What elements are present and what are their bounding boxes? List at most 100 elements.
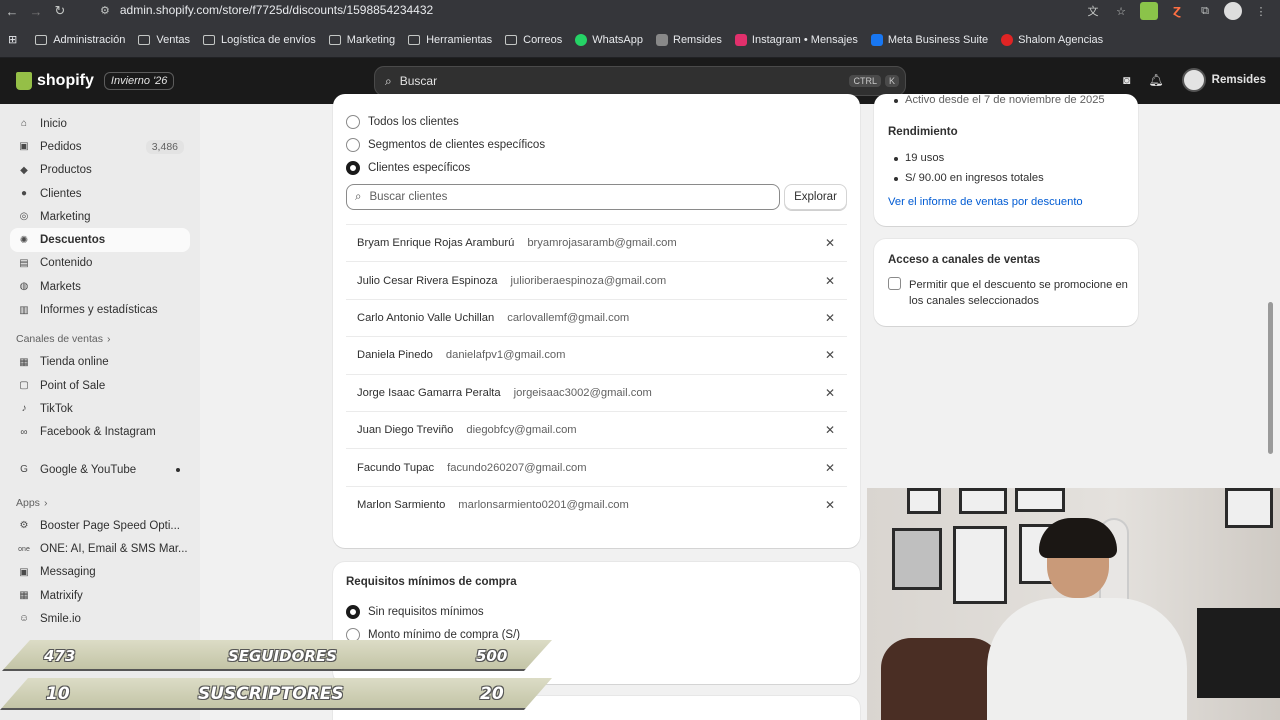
whatsapp-icon [575,33,588,46]
sidebar-item-google-youtube[interactable]: G Google & YouTube [10,458,190,481]
browser-address-bar: ← → ↻ ⚙ admin.shopify.com/store/f7725d/d… [0,0,1280,22]
bookmark-ventas[interactable]: Ventas [138,34,190,46]
profile-icon[interactable] [1224,2,1242,20]
explore-button[interactable]: Explorar [784,184,847,210]
subscribers-goal: 20 [480,684,504,704]
subscribers-label: SUSCRIPTORES [198,684,344,704]
apps-heading[interactable]: Apps › [10,491,190,514]
translate-icon[interactable]: 文 [1084,2,1102,20]
sidebar-app-matrixify[interactable]: ▦ Matrixify [10,584,190,607]
extension-x-icon[interactable]: Ɀ [1168,2,1186,20]
apps-grid-icon[interactable]: ⊞ [8,33,17,46]
chart-icon: ▥ [19,304,29,316]
remove-customer-icon[interactable]: ✕ [825,386,835,400]
sidebar-app-booster[interactable]: ⚙ Booster Page Speed Opti... [10,514,190,537]
menu-kebab-icon[interactable]: ⋮ [1252,2,1270,20]
bookmark-herramientas[interactable]: Herramientas [408,34,492,46]
radio-circle-selected [346,604,360,619]
sidebar-item-contenido[interactable]: ▤ Contenido [10,252,190,275]
sidebar-app-messaging[interactable]: ▣ Messaging [10,561,190,584]
wall-frame [953,526,1007,604]
reload-icon[interactable]: ↻ [48,3,72,19]
customer-row: Marlon Sarmiento marlonsarmiento0201@gmai… [346,485,847,523]
edition-badge[interactable]: Invierno '26 [103,72,175,90]
radio-specific-customers[interactable]: Clientes específicos [346,157,846,180]
radio-all-customers[interactable]: Todos los clientes [346,110,846,133]
store-menu[interactable]: Remsides [1181,68,1266,92]
messaging-icon: ▣ [19,566,29,578]
bookmark-star-icon[interactable]: ☆ [1112,2,1130,20]
sidebar-item-clientes[interactable]: ● Clientes [10,182,190,205]
customer-row: Bryam Enrique Rojas Aramburú bryamrojasar… [346,224,847,261]
checkbox-unchecked [888,277,901,290]
folder-icon [328,34,341,45]
shalom-icon [1001,33,1014,46]
site-settings-icon[interactable]: ⚙ [100,4,110,17]
back-icon[interactable]: ← [0,4,24,19]
tag-icon: ◆ [20,164,28,176]
extensions-icon[interactable]: ⧉ [1196,2,1214,20]
total-revenue: S/ 90.00 en ingresos totales [888,168,1044,188]
customer-row: Julio Cesar Rivera Espinoza julioriberaes… [346,261,847,298]
search-icon: ⌕ [385,73,392,88]
bookmark-administracion[interactable]: Administración [35,34,125,46]
store-icon: ▦ [19,356,29,368]
bookmark-marketing[interactable]: Marketing [328,34,395,46]
promote-channels-checkbox[interactable]: Permitir que el descuento se promocione … [888,277,1128,309]
sales-channels-heading[interactable]: Canales de ventas › [10,328,190,351]
wall-frame [1225,488,1273,528]
remove-customer-icon[interactable]: ✕ [825,311,835,325]
instagram-icon [734,33,747,46]
sales-report-link[interactable]: Ver el informe de ventas por descuento [888,196,1083,208]
radio-no-minimum[interactable]: Sin requisitos mínimos [346,600,520,623]
remove-customer-icon[interactable]: ✕ [825,461,835,475]
wall-frame [959,488,1007,514]
chevron-right-icon: › [43,496,48,509]
bookmark-meta[interactable]: Meta Business Suite [870,33,988,46]
sidebar-item-pedidos[interactable]: ▣ Pedidos 3,486 [10,135,190,158]
customer-search-input[interactable]: ⌕ Buscar clientes [346,184,780,210]
sidebar-item-inicio[interactable]: ⌂ Inicio [10,112,190,135]
remove-customer-icon[interactable]: ✕ [825,274,835,288]
remove-customer-icon[interactable]: ✕ [825,423,835,437]
shopify-logo[interactable]: shopify [16,72,94,90]
radio-customer-segments[interactable]: Segmentos de clientes específicos [346,133,846,156]
followers-label: SEGUIDORES [228,646,337,665]
extension-green-icon[interactable] [1140,2,1158,20]
remove-customer-icon[interactable]: ✕ [825,498,835,512]
sidebar-item-informes[interactable]: ▥ Informes y estadísticas [10,298,190,321]
sidebar-item-descuentos[interactable]: ✺ Descuentos [10,228,190,252]
admin-sidebar: ⌂ Inicio ▣ Pedidos 3,486 ◆ Productos ● Client… [0,104,200,720]
leather-chair [881,638,1001,720]
forward-icon[interactable]: → [24,4,48,19]
page-scrollbar[interactable] [1268,302,1273,454]
bookmark-remsides[interactable]: Remsides [656,33,722,46]
globe-icon: ◍ [19,281,29,293]
sidebar-item-markets[interactable]: ◍ Markets [10,275,190,298]
bookmark-whatsapp[interactable]: WhatsApp [575,33,643,46]
sidebar-app-one[interactable]: one ONE: AI, Email & SMS Mar... [10,537,190,560]
matrixify-icon: ▦ [19,590,29,602]
remove-customer-icon[interactable]: ✕ [825,236,835,250]
sidebar-item-productos[interactable]: ◆ Productos [10,159,190,182]
sidebar-item-marketing[interactable]: ◎ Marketing [10,205,190,228]
admin-search-input[interactable]: ⌕ Buscar CTRL K [374,66,906,96]
store-avatar [1181,68,1206,92]
sidebar-item-facebook-instagram[interactable]: ∞ Facebook & Instagram [10,421,190,444]
bookmark-instagram[interactable]: Instagram • Mensajes [734,33,858,46]
folder-icon [408,34,421,45]
url-field[interactable]: ⚙ admin.shopify.com/store/f7725d/discoun… [100,0,1080,20]
eligibility-card: Todos los clientes Segmentos de clientes… [333,94,860,548]
sidebar-item-pos[interactable]: ▢ Point of Sale [10,374,190,397]
sidebar-app-smile[interactable]: ☺ Smile.io [10,607,190,630]
bookmark-logistica[interactable]: Logística de envíos [203,34,316,46]
assistant-icon[interactable]: ◙ [1123,73,1130,87]
bell-icon[interactable]: 🔔︎ [1148,73,1163,87]
remove-customer-icon[interactable]: ✕ [825,348,835,362]
bookmark-shalom[interactable]: Shalom Agencias [1001,33,1103,46]
section-title: Requisitos mínimos de compra [346,576,517,588]
sidebar-item-tiktok[interactable]: ♪ TikTok [10,397,190,420]
bookmark-correos[interactable]: Correos [505,34,562,46]
customer-row: Daniela Pinedo danielafpv1@gmail.com ✕ [346,336,847,373]
sidebar-item-tienda-online[interactable]: ▦ Tienda online [10,351,190,374]
